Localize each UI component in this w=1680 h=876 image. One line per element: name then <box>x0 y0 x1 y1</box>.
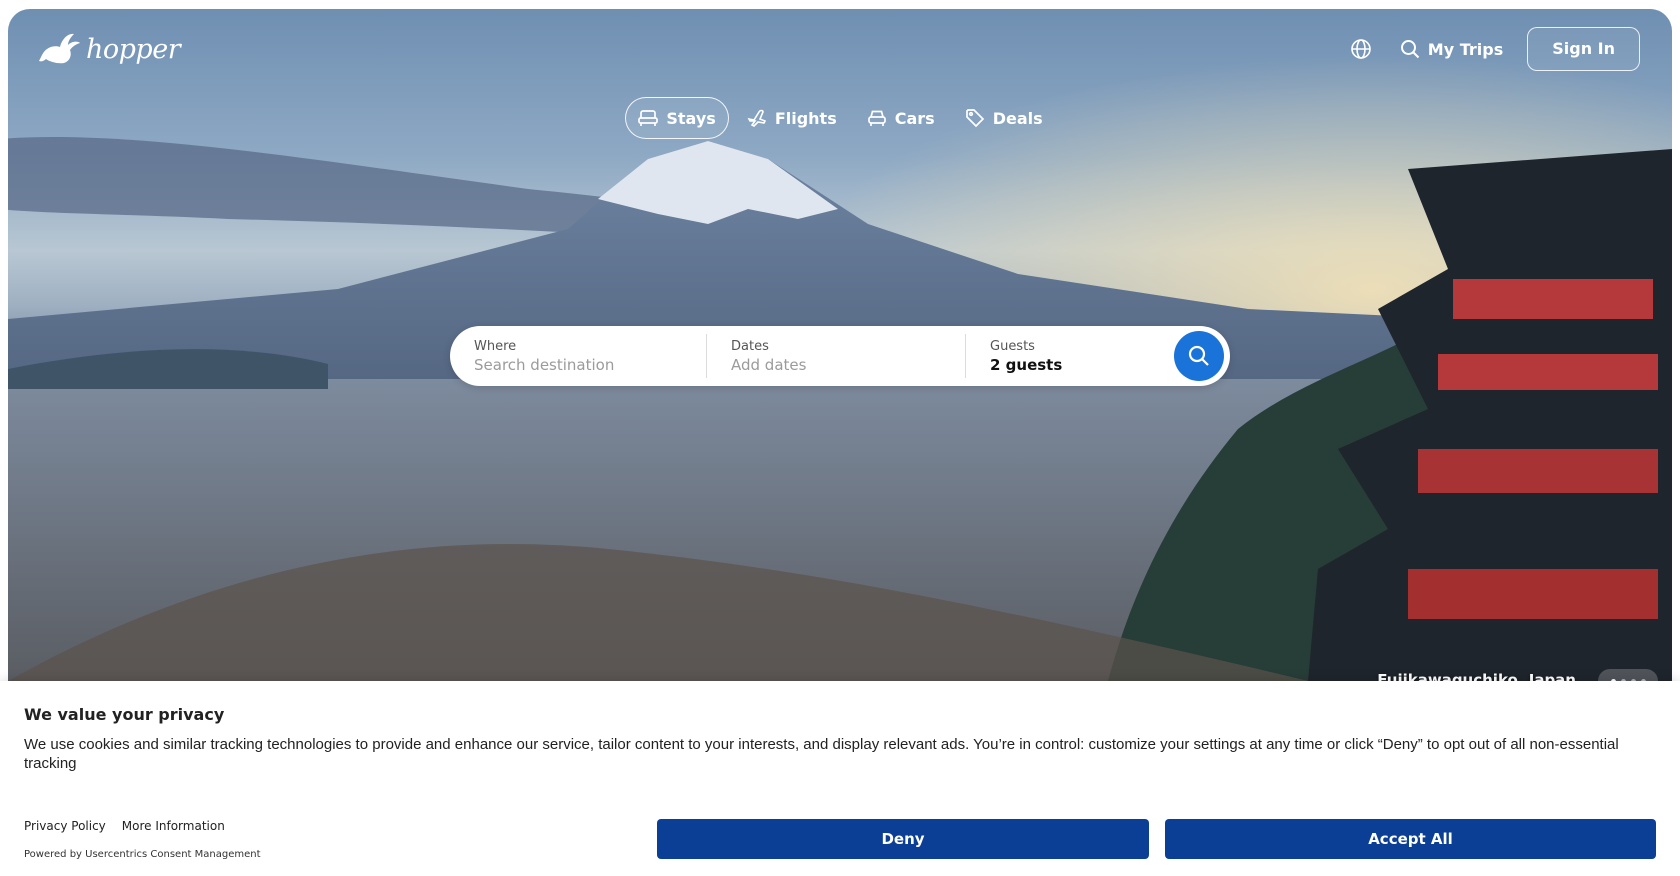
car-icon <box>867 110 886 126</box>
my-trips-link[interactable]: My Trips <box>1400 39 1503 59</box>
logo-text: hopper <box>86 33 181 65</box>
consent-links: Privacy Policy More Information <box>24 819 225 833</box>
search-icon <box>1400 40 1420 59</box>
dates-field[interactable]: Dates Add dates <box>706 334 965 378</box>
where-label: Where <box>474 338 517 354</box>
deny-button[interactable]: Deny <box>657 819 1149 859</box>
bunny-icon <box>39 33 80 64</box>
dates-label: Dates <box>731 338 769 354</box>
tab-label: Flights <box>774 108 837 128</box>
product-tabs: Stays Flights Cars Deals <box>8 97 1672 139</box>
tab-label: Cars <box>894 108 935 128</box>
tab-cars[interactable]: Cars <box>855 97 947 139</box>
where-field[interactable]: Where <box>450 334 706 378</box>
privacy-policy-link[interactable]: Privacy Policy <box>24 819 106 833</box>
hero-banner: hopper My Trips Sign In Stays Flights Ca… <box>8 9 1672 681</box>
guests-field[interactable]: Guests 2 guests <box>965 334 1170 378</box>
tag-icon <box>965 109 984 128</box>
bed-icon <box>638 110 659 126</box>
search-icon <box>1188 345 1209 366</box>
cookie-consent-banner: We value your privacy We use cookies and… <box>0 681 1680 876</box>
guests-value: 2 guests <box>990 355 1063 374</box>
tab-stays[interactable]: Stays <box>625 97 729 139</box>
destination-input[interactable] <box>474 355 674 374</box>
tab-deals[interactable]: Deals <box>953 97 1055 139</box>
powered-by-text: Powered by Usercentrics Consent Manageme… <box>24 849 261 860</box>
guests-label: Guests <box>990 338 1035 354</box>
tab-label: Stays <box>666 108 716 128</box>
sign-in-button[interactable]: Sign In <box>1527 27 1640 71</box>
my-trips-label: My Trips <box>1427 39 1504 59</box>
globe-icon[interactable] <box>1350 38 1372 60</box>
tab-flights[interactable]: Flights <box>735 97 849 139</box>
photo-location: Fujikawaguchiko, Japan <box>1377 671 1576 681</box>
carousel-pagination[interactable] <box>1598 669 1658 681</box>
more-information-link[interactable]: More Information <box>122 819 225 833</box>
hopper-logo[interactable]: hopper <box>38 31 181 67</box>
search-button[interactable] <box>1174 331 1224 381</box>
dates-value: Add dates <box>731 355 807 374</box>
accept-all-button[interactable]: Accept All <box>1165 819 1656 859</box>
tab-label: Deals <box>992 108 1043 128</box>
consent-title: We value your privacy <box>24 705 225 724</box>
consent-body: We use cookies and similar tracking tech… <box>24 736 1619 772</box>
header-actions: My Trips Sign In <box>1350 27 1640 71</box>
plane-icon <box>747 109 766 127</box>
search-bar: Where Dates Add dates Guests 2 guests <box>450 326 1230 386</box>
